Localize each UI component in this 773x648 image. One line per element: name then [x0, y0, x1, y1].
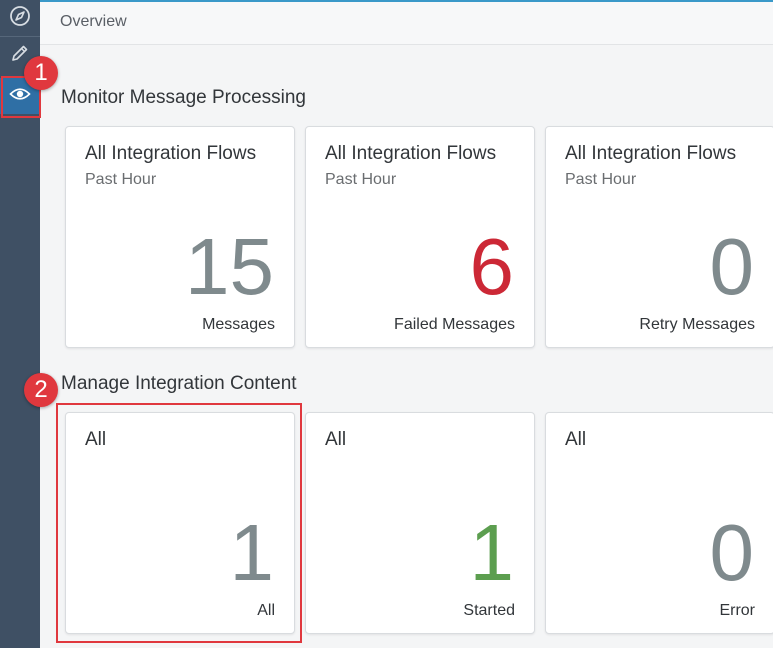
messages-tile[interactable]: All Integration Flows Past Hour 15 Messa…	[65, 126, 295, 348]
step-badge-2: 2	[24, 373, 58, 407]
step-badge-1: 1	[24, 56, 58, 90]
all-tile-highlight-frame	[56, 403, 302, 643]
tile-title: All	[325, 429, 347, 450]
tile-subtitle: Past Hour	[565, 171, 637, 188]
monitor-section-title: Monitor Message Processing	[61, 87, 306, 108]
failed-messages-tile[interactable]: All Integration Flows Past Hour 6 Failed…	[305, 126, 535, 348]
compass-icon	[9, 5, 31, 32]
tile-subtitle: Past Hour	[325, 171, 397, 188]
tile-unit: Failed Messages	[394, 316, 515, 333]
tile-title: All Integration Flows	[85, 143, 257, 164]
tile-count: 1	[469, 508, 515, 597]
tile-title: All	[565, 429, 587, 450]
tile-count: 0	[709, 508, 755, 597]
tile-unit: Retry Messages	[639, 316, 755, 333]
tile-title: All Integration Flows	[325, 143, 497, 164]
tile-count: 0	[709, 222, 755, 311]
tile-subtitle: Past Hour	[85, 171, 157, 188]
tile-unit: Error	[719, 602, 755, 619]
tile-count: 15	[185, 222, 274, 311]
started-content-tile[interactable]: All 1 Started	[305, 412, 535, 634]
tile-unit: Messages	[202, 316, 275, 333]
tile-unit: Started	[463, 602, 515, 619]
nav-discover-button[interactable]	[0, 0, 40, 36]
page-title: Overview	[60, 13, 127, 30]
tile-count: 6	[469, 222, 515, 311]
page-header: Overview	[40, 0, 773, 45]
tile-title: All Integration Flows	[565, 143, 737, 164]
error-content-tile[interactable]: All 0 Error	[545, 412, 773, 634]
manage-section-title: Manage Integration Content	[61, 373, 297, 394]
retry-messages-tile[interactable]: All Integration Flows Past Hour 0 Retry …	[545, 126, 773, 348]
